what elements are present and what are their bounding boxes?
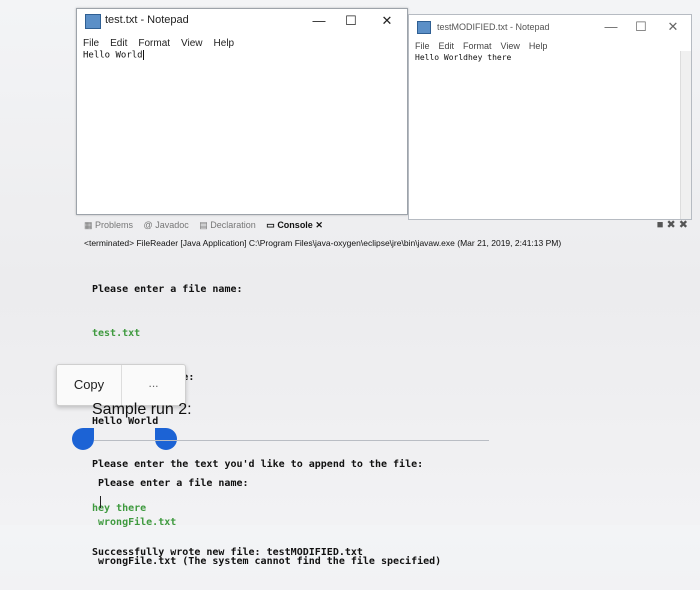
console-toolbar: ■ ✖ ✖ <box>657 218 688 231</box>
eclipse-console-panel: ▦ Problems @ Javadoc ▤ Declaration ▭ Con… <box>84 214 694 558</box>
maximize-button[interactable]: ☐ <box>627 18 655 36</box>
window-title: testMODIFIED.txt - Notepad <box>437 22 550 32</box>
copy-button[interactable]: Copy <box>57 365 122 405</box>
console-line: Please enter a file name: <box>92 284 243 296</box>
text-selection-popup: Copy ... <box>56 364 186 406</box>
minimize-button[interactable]: — <box>597 18 625 36</box>
selection-end-handle[interactable] <box>155 428 177 450</box>
title-bar[interactable]: testMODIFIED.txt - Notepad — ☐ ✕ <box>409 15 691 39</box>
menu-edit[interactable]: Edit <box>439 41 455 51</box>
tab-problems[interactable]: ▦ Problems <box>84 220 133 230</box>
menu-bar: File Edit Format View Help <box>415 41 556 51</box>
text-cursor <box>100 496 101 508</box>
javadoc-icon: @ <box>143 220 156 230</box>
editor-content: Hello Worldhey there <box>415 53 512 62</box>
sample-run-output: Please enter a file name: wrongFile.txt … <box>98 451 441 581</box>
notepad-icon <box>85 14 101 29</box>
sample-run-heading: Sample run 2: <box>92 401 192 418</box>
maximize-button[interactable]: ☐ <box>337 12 365 30</box>
more-options-button[interactable]: ... <box>122 365 185 405</box>
menu-format[interactable]: Format <box>463 41 492 51</box>
tab-javadoc[interactable]: @ Javadoc <box>144 220 189 230</box>
text-editor[interactable]: Hello Worldhey there <box>415 53 511 62</box>
output-line: Please enter a file name: <box>98 478 249 489</box>
problems-icon: ▦ <box>84 220 96 230</box>
declaration-icon: ▤ <box>199 220 211 230</box>
tab-console[interactable]: ▭ Console ✕ <box>266 220 323 230</box>
menu-bar: File Edit Format View Help <box>83 38 245 49</box>
notepad-window-modified[interactable]: testMODIFIED.txt - Notepad — ☐ ✕ File Edi… <box>408 14 692 220</box>
close-button[interactable]: ✕ <box>373 12 401 30</box>
window-title: test.txt - Notepad <box>105 14 189 26</box>
view-tabs: ▦ Problems @ Javadoc ▤ Declaration ▭ Con… <box>84 220 331 231</box>
menu-help[interactable]: Help <box>214 38 235 49</box>
terminated-status: <terminated> FileReader [Java Applicatio… <box>84 238 562 248</box>
console-icon: ▭ <box>266 220 278 230</box>
selection-start-handle[interactable] <box>72 428 94 450</box>
menu-format[interactable]: Format <box>138 38 170 49</box>
remove-launch-icon[interactable]: ■ ✖ ✖ <box>657 219 688 231</box>
menu-edit[interactable]: Edit <box>110 38 127 49</box>
menu-file[interactable]: File <box>415 41 430 51</box>
output-input-line: wrongFile.txt <box>98 517 177 528</box>
menu-view[interactable]: View <box>501 41 520 51</box>
tab-declaration[interactable]: ▤ Declaration <box>199 220 256 230</box>
notepad-icon <box>417 21 431 34</box>
close-tab-icon[interactable]: ✕ <box>313 220 323 230</box>
notepad-window-test[interactable]: test.txt - Notepad — ☐ ✕ File Edit Format V… <box>76 8 408 215</box>
title-bar[interactable]: test.txt - Notepad — ☐ ✕ <box>77 9 407 33</box>
close-button[interactable]: ✕ <box>659 18 687 36</box>
output-line: wrongFile.txt (The system cannot find th… <box>98 556 442 567</box>
vertical-scrollbar[interactable] <box>680 51 691 219</box>
console-input-line: test.txt <box>92 327 141 339</box>
editor-content: Hello World <box>83 50 143 61</box>
minimize-button[interactable]: — <box>305 12 333 30</box>
menu-file[interactable]: File <box>83 38 99 49</box>
text-editor[interactable]: Hello World <box>83 50 144 61</box>
divider <box>94 440 489 441</box>
menu-view[interactable]: View <box>181 38 203 49</box>
text-caret <box>142 50 144 60</box>
menu-help[interactable]: Help <box>529 41 548 51</box>
